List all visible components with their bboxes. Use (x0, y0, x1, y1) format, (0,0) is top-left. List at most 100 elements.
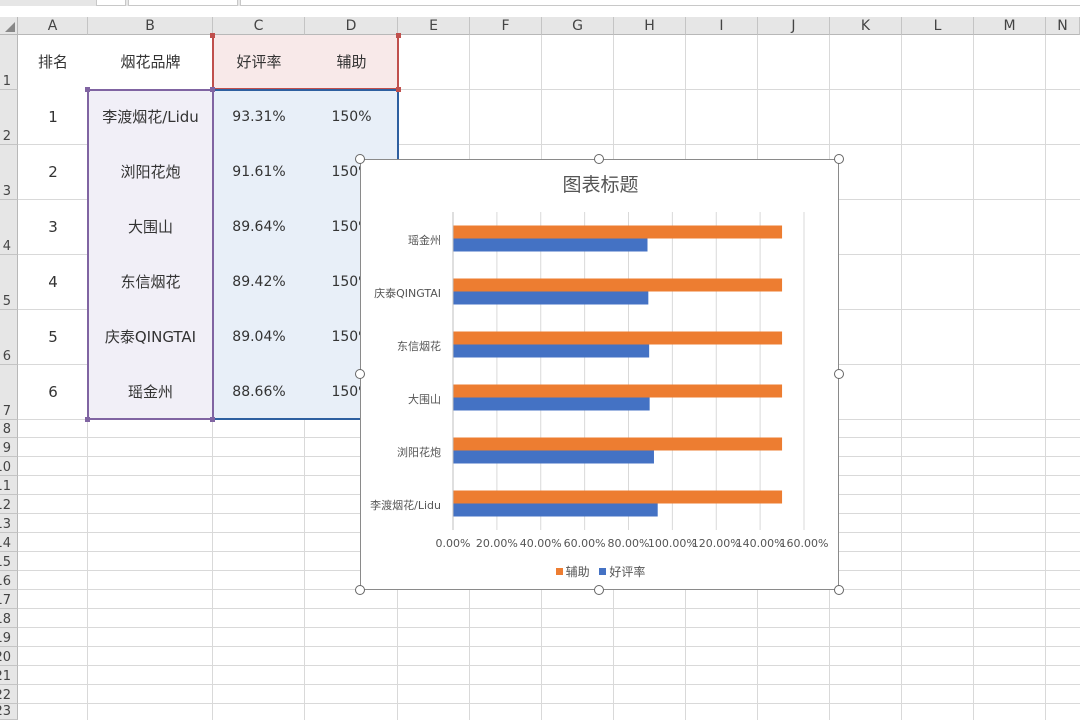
row-number: 19 (0, 631, 11, 646)
cell-brand[interactable]: 李渡烟花/Lidu (88, 90, 213, 145)
chart-resize-handle[interactable] (355, 585, 365, 595)
row-header-13[interactable]: 13 (0, 514, 18, 533)
column-header-a[interactable]: A (18, 17, 88, 35)
cell-brand[interactable]: 浏阳花炮 (88, 145, 213, 200)
cell-rank[interactable]: 2 (18, 145, 88, 200)
cell-rank[interactable]: 5 (18, 310, 88, 365)
row-header-18[interactable]: 18 (0, 609, 18, 628)
row-number: 13 (0, 517, 11, 532)
resize-handle[interactable] (396, 87, 401, 92)
column-header-l[interactable]: L (902, 17, 974, 35)
bar-aux[interactable] (453, 331, 783, 345)
column-header-i[interactable]: I (686, 17, 758, 35)
cell-rating[interactable]: 91.61% (213, 145, 305, 200)
row-header-20[interactable]: 20 (0, 647, 18, 666)
row-header-10[interactable]: 10 (0, 457, 18, 476)
cell-aux[interactable]: 150% (305, 90, 398, 145)
column-header-d[interactable]: D (305, 17, 398, 35)
row-header-9[interactable]: 9 (0, 438, 18, 457)
row-header-15[interactable]: 15 (0, 552, 18, 571)
header-cell-brand[interactable]: 烟花品牌 (88, 35, 213, 90)
bar-rating[interactable] (453, 344, 650, 358)
x-tick-label: 0.00% (435, 537, 471, 550)
select-all-corner[interactable] (0, 17, 18, 35)
chart-resize-handle[interactable] (355, 154, 365, 164)
row-header-17[interactable]: 17 (0, 590, 18, 609)
column-header-m[interactable]: M (974, 17, 1046, 35)
row-header-14[interactable]: 14 (0, 533, 18, 552)
header-cell-aux[interactable]: 辅助 (305, 35, 398, 90)
row-header-2[interactable]: 2 (0, 90, 18, 145)
sheet-tab[interactable] (96, 0, 126, 6)
cell-rank[interactable]: 6 (18, 365, 88, 420)
bar-rating[interactable] (453, 450, 654, 464)
chart-legend[interactable]: 辅助 好评率 (361, 563, 840, 580)
grid-line (18, 665, 1080, 666)
resize-handle[interactable] (85, 87, 90, 92)
cell-brand[interactable]: 大围山 (88, 200, 213, 255)
row-header-3[interactable]: 3 (0, 145, 18, 200)
bar-rating[interactable] (453, 238, 648, 252)
row-number: 3 (2, 184, 11, 199)
formula-bar[interactable] (240, 0, 1080, 6)
cell-brand[interactable]: 庆泰QINGTAI (88, 310, 213, 365)
bar-aux[interactable] (453, 490, 783, 504)
row-header-12[interactable]: 12 (0, 495, 18, 514)
chart-area[interactable]: 图表标题 李渡烟花/Lidu 浏阳花炮 大围山 东信烟花 庆泰QINGTAI 瑶金州 0.… (360, 159, 839, 590)
bar-rating[interactable] (453, 503, 658, 517)
chart-resize-handle[interactable] (834, 585, 844, 595)
cell-rating[interactable]: 89.04% (213, 310, 305, 365)
cell-rank[interactable]: 1 (18, 90, 88, 145)
row-header-16[interactable]: 16 (0, 571, 18, 590)
cell-rating[interactable]: 93.31% (213, 90, 305, 145)
cell-rating[interactable]: 89.64% (213, 200, 305, 255)
bar-aux[interactable] (453, 278, 783, 292)
row-header-8[interactable]: 8 (0, 420, 18, 438)
column-header-j[interactable]: J (758, 17, 830, 35)
chart-resize-handle[interactable] (594, 585, 604, 595)
bar-aux[interactable] (453, 225, 783, 239)
column-header-f[interactable]: F (470, 17, 542, 35)
row-header-6[interactable]: 6 (0, 310, 18, 365)
row-header-5[interactable]: 5 (0, 255, 18, 310)
column-header-c[interactable]: C (213, 17, 305, 35)
x-tick-label: 160.00% (779, 537, 829, 550)
column-header-g[interactable]: G (542, 17, 614, 35)
bar-aux[interactable] (453, 384, 783, 398)
resize-handle[interactable] (396, 33, 401, 38)
bar-rating[interactable] (453, 397, 650, 411)
row-header-7[interactable]: 7 (0, 365, 18, 420)
cell-brand[interactable]: 瑶金州 (88, 365, 213, 420)
chart-resize-handle[interactable] (834, 369, 844, 379)
row-header-4[interactable]: 4 (0, 200, 18, 255)
column-header-b[interactable]: B (88, 17, 213, 35)
bar-aux[interactable] (453, 437, 783, 451)
cell-rank[interactable]: 4 (18, 255, 88, 310)
row-header-21[interactable]: 21 (0, 666, 18, 685)
column-header-h[interactable]: H (614, 17, 686, 35)
cell-rating[interactable]: 89.42% (213, 255, 305, 310)
header-cell-rank[interactable]: 排名 (18, 35, 88, 90)
row-header-1[interactable]: 1 (0, 35, 18, 90)
row-header-23[interactable]: 23 (0, 704, 18, 720)
row-header-11[interactable]: 11 (0, 476, 18, 495)
sheet-tab[interactable] (128, 0, 238, 6)
chart-resize-handle[interactable] (355, 369, 365, 379)
header-cell-rating[interactable]: 好评率 (213, 35, 305, 90)
column-header-k[interactable]: K (830, 17, 902, 35)
resize-handle[interactable] (210, 33, 215, 38)
cell-brand[interactable]: 东信烟花 (88, 255, 213, 310)
y-tick-label: 浏阳花炮 (397, 445, 441, 459)
column-header-n[interactable]: N (1046, 17, 1080, 35)
resize-handle[interactable] (85, 417, 90, 422)
bar-rating[interactable] (453, 291, 649, 305)
chart-resize-handle[interactable] (834, 154, 844, 164)
row-header-22[interactable]: 22 (0, 685, 18, 704)
column-header-e[interactable]: E (398, 17, 470, 35)
row-header-19[interactable]: 19 (0, 628, 18, 647)
resize-handle[interactable] (210, 417, 215, 422)
cell-rank[interactable]: 3 (18, 200, 88, 255)
chart-resize-handle[interactable] (594, 154, 604, 164)
resize-handle[interactable] (210, 87, 215, 92)
cell-rating[interactable]: 88.66% (213, 365, 305, 420)
